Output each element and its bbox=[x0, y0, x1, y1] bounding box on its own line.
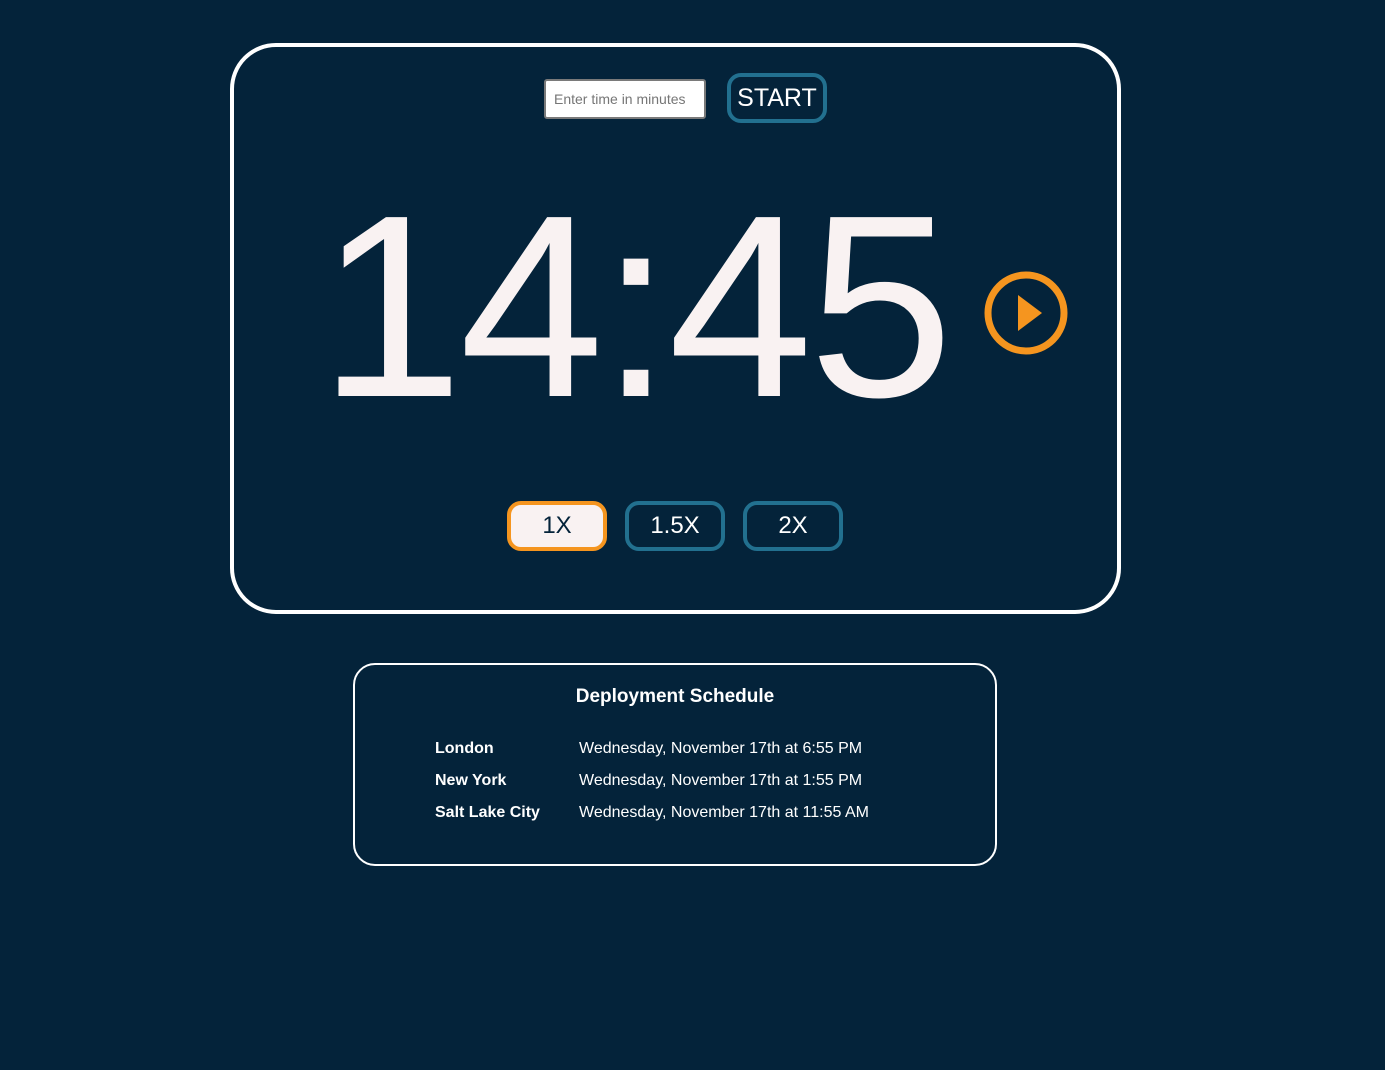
deployment-schedule-card: Deployment Schedule London Wednesday, No… bbox=[353, 663, 997, 866]
speed-2x-button[interactable]: 2X bbox=[743, 501, 843, 551]
schedule-row: Salt Lake City Wednesday, November 17th … bbox=[435, 797, 869, 829]
schedule-time: Wednesday, November 17th at 11:55 AM bbox=[579, 804, 869, 821]
schedule-table: London Wednesday, November 17th at 6:55 … bbox=[435, 733, 869, 829]
minutes-input[interactable] bbox=[544, 79, 706, 119]
play-circle-icon bbox=[984, 271, 1068, 355]
play-button[interactable] bbox=[984, 271, 1068, 355]
time-display: 14:45 bbox=[318, 162, 954, 452]
schedule-city: London bbox=[435, 740, 494, 757]
schedule-row: London Wednesday, November 17th at 6:55 … bbox=[435, 733, 869, 765]
timer-card: START 14:45 1X 1.5X 2X bbox=[230, 43, 1121, 614]
schedule-title: Deployment Schedule bbox=[575, 686, 775, 707]
schedule-time: Wednesday, November 17th at 1:55 PM bbox=[579, 772, 863, 789]
speed-1x-button[interactable]: 1X bbox=[507, 501, 607, 551]
schedule-city: Salt Lake City bbox=[435, 804, 540, 821]
schedule-city: New York bbox=[435, 772, 507, 789]
speed-1-5x-button[interactable]: 1.5X bbox=[625, 501, 725, 551]
schedule-time: Wednesday, November 17th at 6:55 PM bbox=[579, 740, 863, 757]
start-button[interactable]: START bbox=[727, 73, 827, 123]
schedule-row: New York Wednesday, November 17th at 1:5… bbox=[435, 765, 869, 797]
